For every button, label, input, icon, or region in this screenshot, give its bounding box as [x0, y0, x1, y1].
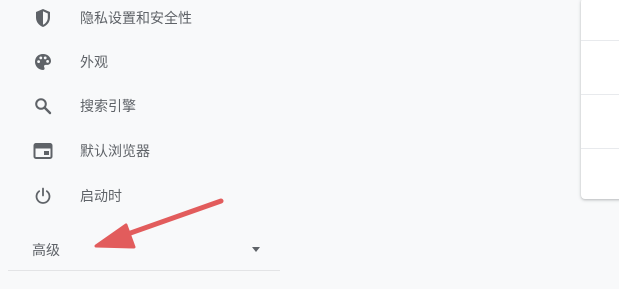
- card-row-separator: [581, 148, 619, 149]
- caret-down-icon: [252, 247, 260, 252]
- settings-content-card: [581, 0, 619, 199]
- sidebar-item-privacy-security[interactable]: 隐私设置和安全性: [0, 0, 290, 40]
- sidebar-divider: [8, 270, 280, 271]
- card-row-separator: [581, 40, 619, 41]
- sidebar-item-label: 启动时: [80, 189, 122, 205]
- power-icon: [32, 185, 54, 207]
- sidebar-item-default-browser[interactable]: 默认浏览器: [0, 129, 290, 173]
- search-icon: [32, 95, 54, 117]
- sidebar-item-label: 隐私设置和安全性: [80, 11, 192, 27]
- sidebar-item-label: 搜索引擎: [80, 99, 136, 115]
- settings-sidebar: 隐私设置和安全性 外观 搜索引擎 默认浏览器 启动时 高级: [0, 0, 290, 289]
- sidebar-item-label: 默认浏览器: [80, 144, 150, 160]
- sidebar-item-appearance[interactable]: 外观: [0, 40, 290, 84]
- browser-window-icon: [32, 140, 54, 162]
- advanced-label: 高级: [32, 243, 60, 259]
- shield-icon: [32, 7, 54, 29]
- sidebar-item-on-startup[interactable]: 启动时: [0, 174, 290, 218]
- advanced-section-toggle[interactable]: 高级: [0, 228, 290, 272]
- sidebar-item-search-engine[interactable]: 搜索引擎: [0, 84, 290, 128]
- sidebar-item-label: 外观: [80, 55, 108, 71]
- card-row-separator: [581, 94, 619, 95]
- palette-icon: [32, 51, 54, 73]
